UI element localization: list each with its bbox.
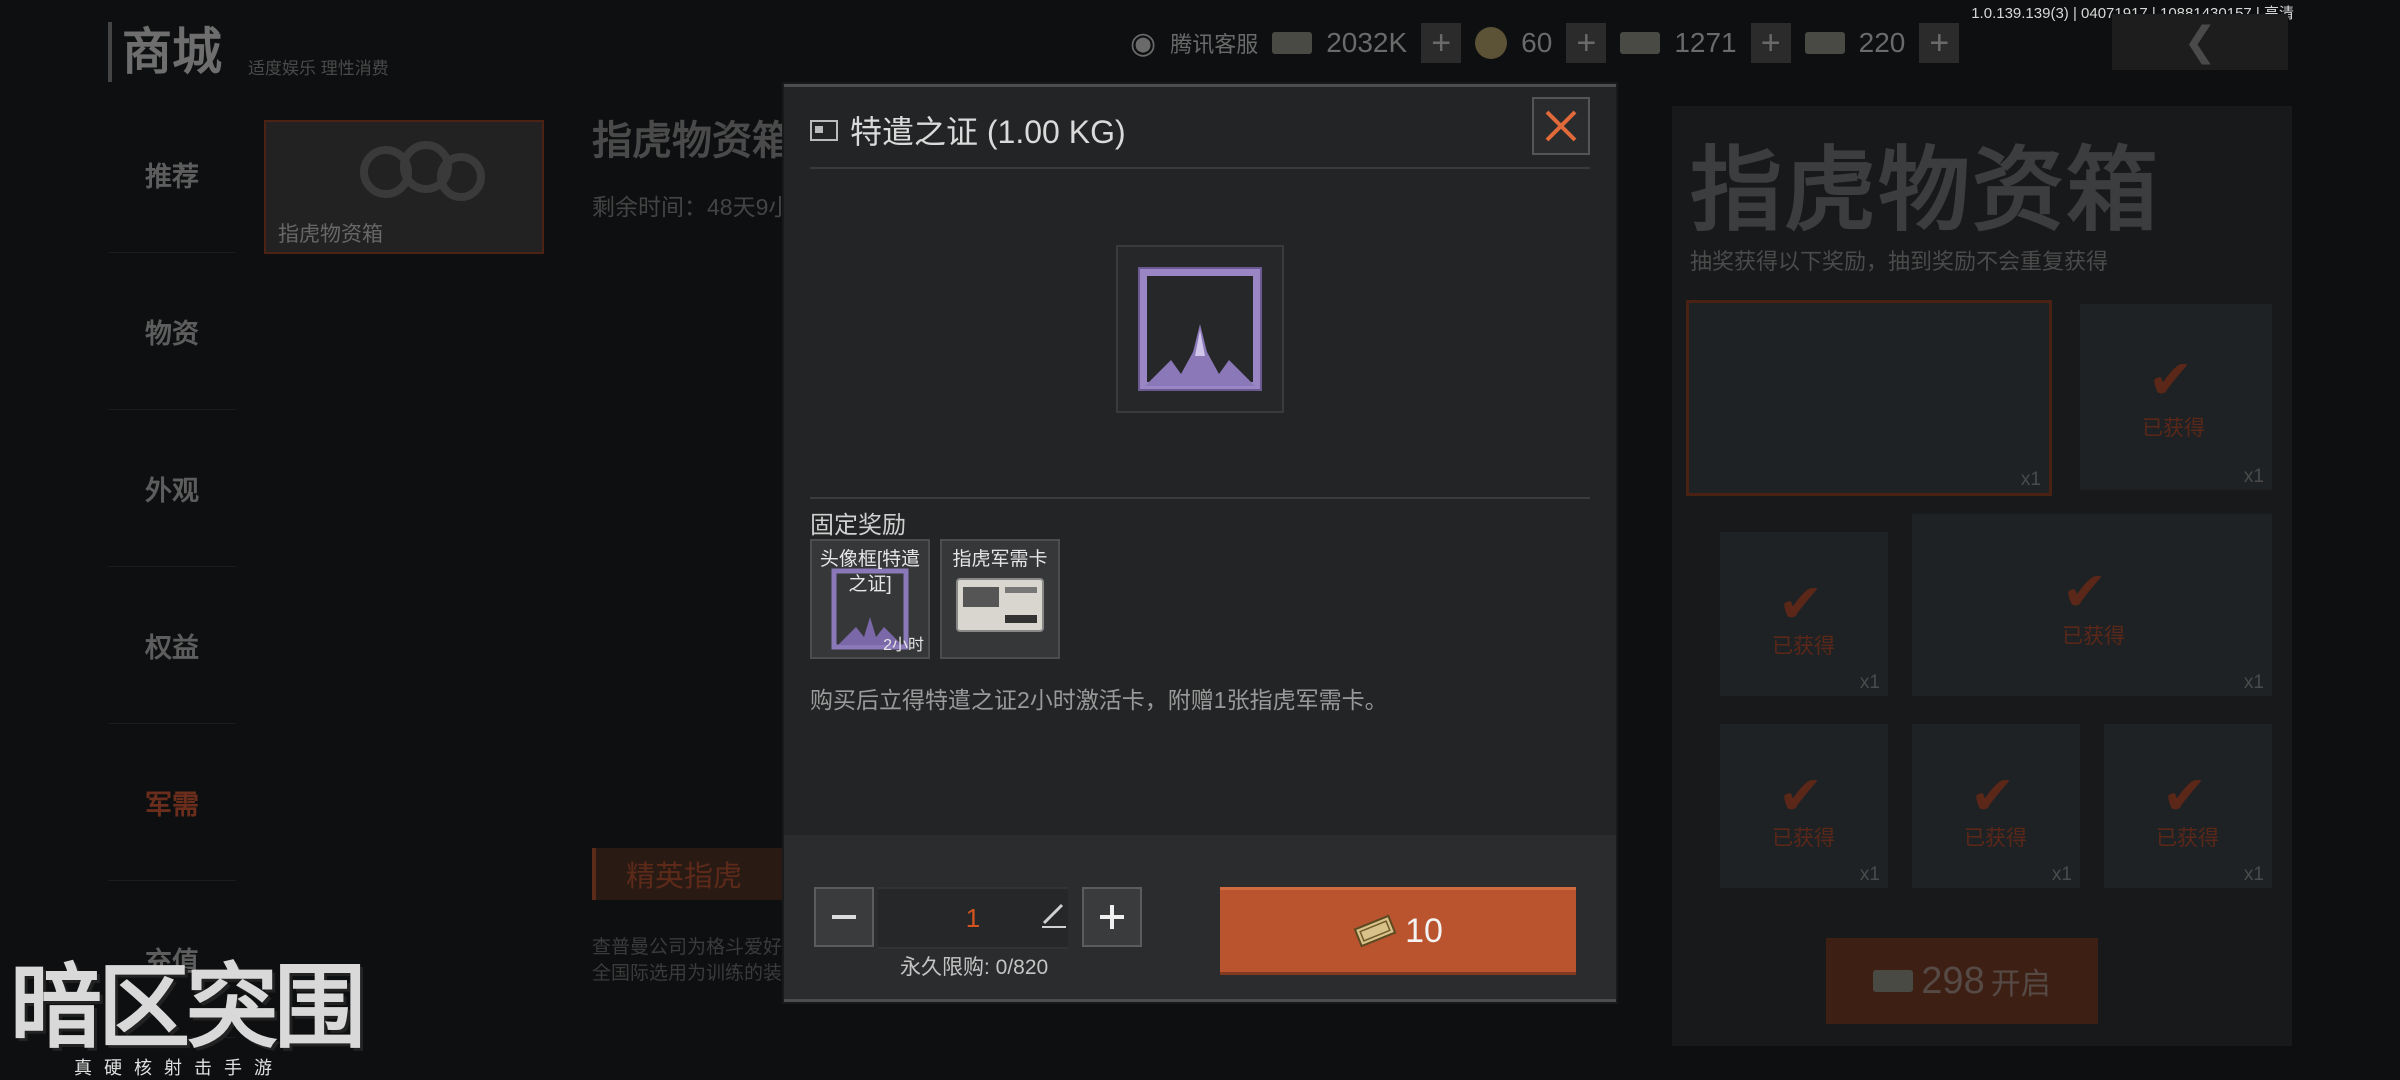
reward-name: 指虎军需卡 (952, 549, 1048, 570)
prize-count: x1 (1859, 672, 1880, 693)
prize-subtitle: 抽奖获得以下奖励，抽到奖励不会重复获得 (1690, 249, 2109, 274)
item-preview (1116, 245, 1284, 413)
obtained-label: 已获得 (1772, 635, 1835, 658)
prize-count: x1 (2243, 672, 2264, 693)
game-logo-subtitle: 真硬核射击手游 (74, 1058, 284, 1078)
customer-service-label[interactable]: 腾讯客服 (1170, 27, 1258, 59)
minus-icon (832, 915, 856, 919)
open-label: 开启 (1990, 968, 2051, 1001)
item-description: 购买后立得特遣之证2小时激活卡，附赠1张指虎军需卡。 (810, 687, 1388, 713)
buy-price: 10 (1405, 911, 1443, 950)
ticket-icon (1873, 970, 1914, 992)
prize-cell[interactable]: ✔ 已获得 x1 (1912, 724, 2080, 888)
id-card-icon (810, 119, 838, 141)
divider (810, 167, 1590, 169)
obtained-label: 已获得 (2142, 417, 2205, 440)
nav-item-recommend[interactable]: 推荐 (108, 96, 236, 253)
prize-cell[interactable]: ✔ 已获得 x1 (2104, 724, 2272, 888)
cash-icon (1353, 914, 1397, 948)
dialog-title: 特遣之证 (1.00 KG) (810, 107, 1126, 153)
store-title: 商城 (108, 22, 222, 82)
store-subtitle: 适度娱乐 理性消费 (248, 59, 389, 78)
obtained-label: 已获得 (1964, 827, 2027, 850)
customer-service-icon[interactable]: ◉ (1130, 26, 1156, 61)
prize-cell[interactable]: x1 (1686, 300, 2052, 496)
open-price: 298 (1921, 959, 1985, 1002)
bills-amount: 1271 (1674, 27, 1737, 58)
prize-cell[interactable]: ✔ 已获得 x1 (1912, 514, 2272, 696)
add-coin-button[interactable]: + (1566, 23, 1607, 63)
supply-card-icon (956, 578, 1044, 632)
divider (810, 497, 1590, 499)
close-button[interactable] (1532, 97, 1590, 155)
nav-item-appearance[interactable]: 外观 (108, 410, 236, 567)
decrease-quantity-button[interactable] (814, 887, 874, 947)
close-icon (1545, 110, 1577, 142)
check-icon: ✔ (2162, 766, 2208, 826)
prize-title: 指虎物资箱 (1690, 140, 2161, 242)
check-icon: ✔ (1778, 574, 1824, 634)
prize-cell[interactable]: ✔ 已获得 x1 (1720, 724, 1888, 888)
check-icon: ✔ (1778, 766, 1824, 826)
purchase-limit: 永久限购: 0/820 (900, 956, 1049, 979)
knuckle-icon (360, 141, 485, 201)
obtained-label: 已获得 (2156, 827, 2219, 850)
check-icon: ✔ (1970, 766, 2016, 826)
cash-amount: 2032K (1326, 27, 1408, 58)
prize-count: x1 (2243, 864, 2264, 885)
bills-icon (1620, 32, 1661, 54)
reward-name: 头像框[特遣之证] (819, 549, 921, 595)
reward-item-avatar-frame[interactable]: 头像框[特遣之证] 2小时 (810, 539, 930, 659)
nav-item-benefits[interactable]: 权益 (108, 567, 236, 724)
left-nav: 推荐 物资 外观 权益 军需 充值 (108, 96, 236, 1038)
plus-icon (1100, 905, 1124, 929)
ticket-amount: 220 (1858, 27, 1906, 58)
quantity-value: 1 (965, 902, 981, 933)
open-box-button[interactable]: 298 开启 (1826, 938, 2098, 1024)
prize-cell[interactable]: ✔ 已获得 x1 (2080, 304, 2272, 490)
obtained-label: 已获得 (1772, 827, 1835, 850)
obtained-label: 已获得 (2062, 625, 2125, 648)
coin-icon (1475, 27, 1508, 59)
prize-count: x1 (2243, 466, 2264, 487)
back-button[interactable]: ❮ (2112, 14, 2288, 70)
check-icon: ✔ (2062, 562, 2108, 622)
ticket-icon (1804, 32, 1845, 54)
buy-button[interactable]: 10 (1220, 887, 1576, 975)
prize-count: x1 (2051, 864, 2072, 885)
add-bills-button[interactable]: + (1750, 23, 1791, 63)
check-icon: ✔ (2148, 350, 2194, 410)
coin-amount: 60 (1521, 27, 1553, 58)
avatar-frame-icon (1138, 267, 1262, 391)
reward-duration: 2小时 (883, 637, 924, 654)
back-arrow-icon: ❮ (2183, 20, 2217, 64)
fixed-rewards-label: 固定奖励 (810, 512, 906, 539)
supply-box-thumb-label: 指虎物资箱 (278, 223, 383, 246)
purchase-dialog: 特遣之证 (1.00 KG) 固定奖励 头像框[特遣之证] 2小时 指虎军需卡 (784, 84, 1616, 1002)
supply-box-thumb[interactable]: 指虎物资箱 (264, 120, 544, 254)
prize-cell[interactable]: ✔ 已获得 x1 (1720, 532, 1888, 696)
reward-item-supply-card[interactable]: 指虎军需卡 (940, 539, 1060, 659)
nav-item-military-supply[interactable]: 军需 (108, 724, 236, 881)
supply-box-heading: 指虎物资箱 (592, 119, 792, 163)
prize-count: x1 (1859, 864, 1880, 885)
add-cash-button[interactable]: + (1421, 23, 1462, 63)
cash-icon (1272, 32, 1313, 54)
prize-count: x1 (2020, 469, 2041, 490)
add-ticket-button[interactable]: + (1919, 23, 1960, 63)
game-logo: 暗区突围 (10, 957, 366, 1059)
currency-bar: ◉ 腾讯客服 2032K + 60 + 1271 + 220 + (1130, 20, 1960, 66)
dialog-title-text: 特遣之证 (1.00 KG) (850, 114, 1126, 150)
edit-icon[interactable] (1038, 899, 1068, 929)
nav-item-supplies[interactable]: 物资 (108, 253, 236, 410)
increase-quantity-button[interactable] (1082, 887, 1142, 947)
